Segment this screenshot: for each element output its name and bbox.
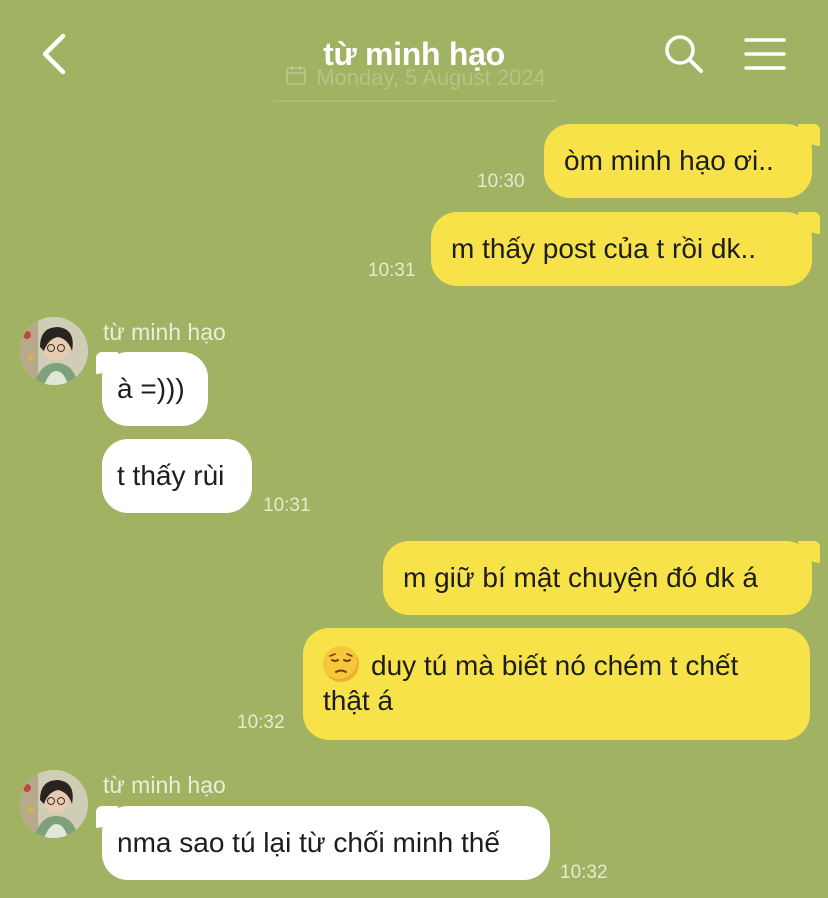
message-time: 10:31	[368, 260, 416, 281]
message-bubble-outgoing[interactable]: m giữ bí mật chuyện đó dk á	[383, 541, 812, 615]
avatar[interactable]	[20, 770, 88, 838]
message-bubble-outgoing[interactable]: òm minh hạo ơi..	[544, 124, 812, 198]
message-text: m giữ bí mật chuyện đó dk á	[403, 562, 758, 593]
message-line: duy tú mà biết nó chém t chết	[323, 646, 790, 683]
message-bubble-incoming[interactable]: nma sao tú lại từ chối minh thế	[102, 806, 550, 880]
message-text: t thấy rùi	[117, 460, 225, 491]
sender-name: từ minh hạo	[103, 772, 226, 798]
message-time: 10:32	[237, 712, 285, 733]
menu-button[interactable]	[740, 34, 790, 78]
search-button[interactable]	[660, 32, 708, 80]
search-icon	[664, 34, 704, 79]
message-line: thật á	[323, 683, 790, 718]
message-text: à =)))	[117, 373, 185, 404]
message-time: 10:32	[560, 862, 608, 883]
avatar[interactable]	[20, 317, 88, 385]
message-time: 10:31	[263, 495, 311, 516]
message-text: duy tú mà biết nó chém t chết	[371, 650, 739, 681]
message-time: 10:30	[477, 171, 525, 192]
message-bubble-incoming[interactable]: à =)))	[102, 352, 208, 426]
pensive-face-emoji-icon	[323, 646, 359, 682]
message-bubble-outgoing[interactable]: m thấy post của t rồi dk..	[431, 212, 812, 286]
message-bubble-outgoing[interactable]: duy tú mà biết nó chém t chết thật á	[303, 628, 810, 740]
message-bubble-incoming[interactable]: t thấy rùi	[102, 439, 252, 513]
hamburger-menu-icon	[744, 37, 786, 76]
message-text: thật á	[323, 685, 394, 716]
message-text: nma sao tú lại từ chối minh thế	[117, 827, 500, 858]
chat-header: Monday, 5 August 2024 từ minh hạo	[0, 0, 828, 110]
message-text: òm minh hạo ơi..	[564, 145, 774, 176]
message-text: m thấy post của t rồi dk..	[451, 233, 757, 264]
sender-name: từ minh hạo	[103, 319, 226, 345]
